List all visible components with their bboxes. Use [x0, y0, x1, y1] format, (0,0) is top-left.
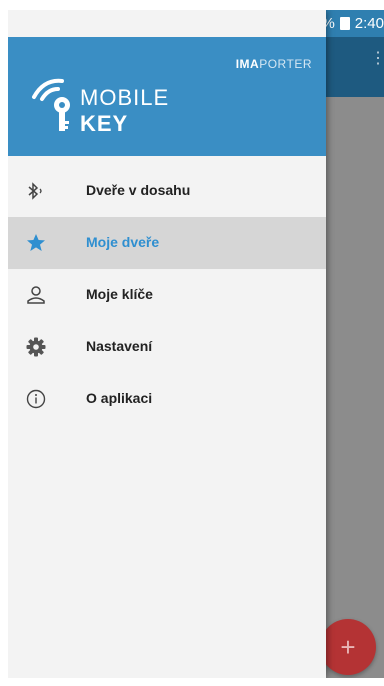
menu-item-my-keys[interactable]: Moje klíče — [8, 269, 326, 321]
drawer-menu: Dveře v dosahu Moje dveře Moje klíče Nas… — [8, 165, 326, 425]
overflow-menu-icon[interactable]: ⋮ — [370, 51, 384, 79]
logo-text-key: KEY — [80, 111, 129, 136]
bluetooth-nearby-icon — [25, 180, 47, 202]
menu-label: Moje dveře — [86, 234, 160, 250]
battery-icon — [339, 17, 350, 30]
menu-item-settings[interactable]: Nastavení — [8, 321, 326, 373]
menu-label: O aplikaci — [86, 390, 153, 406]
imaporter-brand: IMAPORTER — [236, 57, 312, 71]
menu-item-about[interactable]: O aplikaci — [8, 373, 326, 425]
phone-screen: ⋮ + 79% 2:40 IMAPORTER — [8, 10, 384, 678]
menu-item-my-doors[interactable]: Moje dveře — [8, 217, 326, 269]
add-fab-button[interactable]: + — [320, 619, 376, 675]
menu-item-doors-in-range[interactable]: Dveře v dosahu — [8, 165, 326, 217]
star-icon — [25, 232, 47, 254]
logo-text-mobile: MOBILE — [80, 85, 170, 110]
menu-label: Dveře v dosahu — [86, 182, 191, 198]
person-icon — [25, 284, 47, 306]
gear-icon — [25, 336, 47, 358]
brand-bold: IMA — [235, 57, 260, 71]
mobile-key-logo-icon — [30, 75, 74, 133]
info-icon — [25, 388, 47, 410]
clock: 2:40 — [354, 15, 384, 32]
menu-label: Nastavení — [86, 338, 153, 354]
drawer-header: IMAPORTER MOBILE KEY — [8, 37, 326, 156]
brand-light: PORTER — [259, 57, 312, 71]
navigation-drawer: IMAPORTER MOBILE KEY Dveře v dosahu Moje… — [8, 10, 326, 678]
menu-label: Moje klíče — [86, 286, 153, 302]
